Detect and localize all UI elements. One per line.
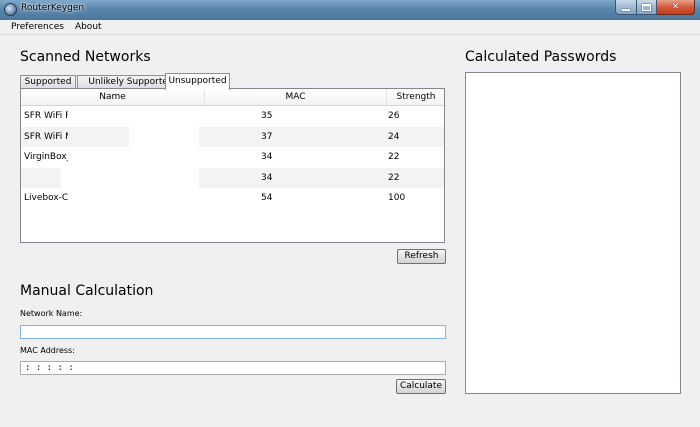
mac-address-input[interactable] [20,361,446,375]
mac-address-mask: : : : : : [25,363,74,373]
redacted-region [129,126,199,147]
table-row[interactable]: Livebox-C0 54 100 [21,188,444,209]
window-controls: ✕ [615,0,695,15]
column-name-header[interactable]: Name [21,89,205,105]
column-mac-header[interactable]: MAC [205,89,387,105]
networks-table[interactable]: Name MAC Strength SFR WiFi Pu 35 26 SFR … [20,88,445,243]
calculate-button[interactable]: Calculate [396,379,446,394]
table-row[interactable]: SFR WiFi M 37 24 [21,126,444,147]
row-strength: 26 [388,111,400,121]
maximize-button[interactable] [637,0,657,15]
row-name: SFR WiFi Pu [24,111,68,121]
row-name: Livebox-C0 [24,193,68,203]
minimize-icon [622,8,630,11]
close-icon: ✕ [671,1,680,12]
row-mac: 54 [261,193,273,203]
mac-address-label: MAC Address: [20,346,75,355]
menu-bar: Preferences About [0,20,700,34]
row-mac: 35 [261,111,273,121]
tab-unsupported[interactable]: Unsupported [165,73,230,90]
row-strength: 22 [388,172,400,183]
network-name-input[interactable] [20,325,446,339]
menu-preferences[interactable]: Preferences [0,20,70,34]
table-row[interactable]: 34 22 [21,167,444,189]
maximize-icon [642,3,651,11]
row-name [24,168,68,189]
close-button[interactable]: ✕ [657,0,695,15]
row-mac: 37 [261,131,273,142]
router-keygen-icon [4,3,17,16]
row-strength: 100 [388,193,406,203]
network-name-label: Network Name: [20,309,83,318]
row-name: SFR WiFi M [24,131,68,142]
row-strength: 22 [388,152,400,162]
menu-divider [0,34,700,35]
table-row[interactable]: VirginBox_( 34 22 [21,147,444,168]
column-strength-header[interactable]: Strength [387,89,445,105]
refresh-button[interactable]: Refresh [397,249,446,264]
tab-supported[interactable]: Supported [20,75,76,89]
title-bar[interactable]: RouterKeygen ✕ [0,0,700,20]
calculated-passwords-heading: Calculated Passwords [465,49,617,65]
table-body: SFR WiFi Pu 35 26 SFR WiFi M 37 24 Virgi… [21,106,444,209]
table-row[interactable]: SFR WiFi Pu 35 26 [21,106,444,127]
minimize-button[interactable] [615,0,637,15]
scanned-networks-heading: Scanned Networks [20,49,151,65]
manual-calculation-heading: Manual Calculation [20,283,154,299]
window-title: RouterKeygen [21,3,85,13]
table-header: Name MAC Strength [21,89,444,106]
row-mac: 34 [261,152,273,162]
row-name: VirginBox_( [24,152,68,162]
row-mac: 34 [261,172,273,183]
row-strength: 24 [388,131,400,142]
passwords-list[interactable] [465,72,681,394]
redacted-region [61,167,199,188]
menu-about[interactable]: About [70,20,108,34]
